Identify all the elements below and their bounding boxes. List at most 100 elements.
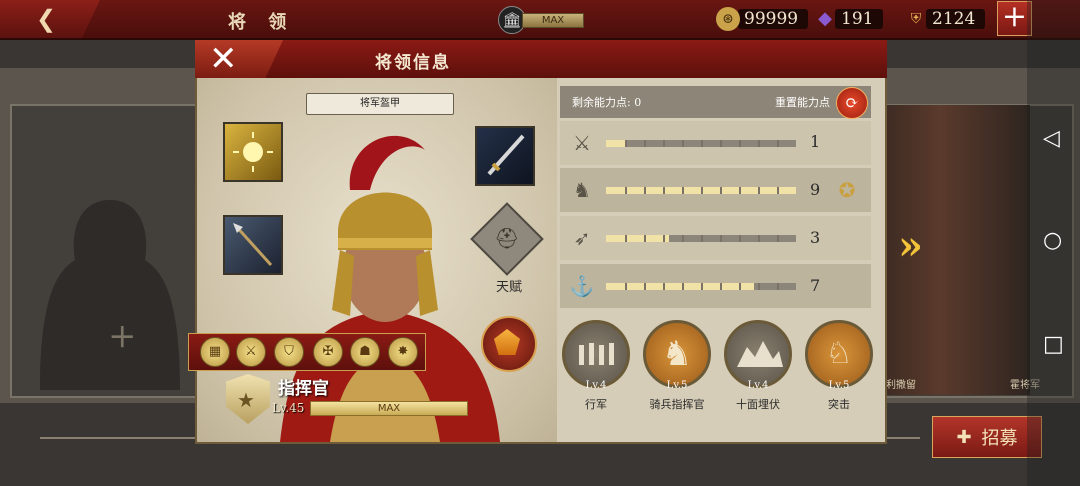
bar-segment-divider	[739, 187, 741, 194]
soldiers-icon	[579, 343, 614, 365]
reset-points-button[interactable]: ⟳	[836, 87, 868, 119]
sword-icon: ⚔	[573, 131, 591, 155]
bar-segment-divider	[663, 187, 665, 194]
skill-march-button[interactable]	[562, 320, 630, 388]
bar-segment-divider	[682, 140, 684, 147]
recruit-label: 招募	[981, 428, 1018, 449]
bar-segment-divider	[663, 283, 665, 290]
bar-segment-divider	[758, 283, 760, 290]
horse-head-icon: ♞	[661, 334, 693, 374]
bar-segment-divider	[777, 235, 779, 242]
stat-value-archer: 3	[810, 228, 821, 247]
bar-segment-divider	[644, 187, 646, 194]
recruit-button[interactable]: ✚ 招募	[932, 416, 1042, 458]
stat-bar-navy	[606, 283, 796, 290]
nav-recents-icon[interactable]: □	[1043, 332, 1064, 357]
bar-segment-divider	[758, 140, 760, 147]
stat-bar-infantry	[606, 140, 796, 147]
bar-segment-divider	[682, 283, 684, 290]
badge-4-icon[interactable]: ✠	[313, 337, 343, 367]
cavalry-medal-icon: ✪	[838, 178, 856, 202]
skill-level: Lv.4	[585, 380, 607, 391]
skill-level: Lv.5	[666, 380, 688, 391]
coins-value: 99999	[738, 9, 809, 29]
rider-icon: ♘	[825, 336, 853, 371]
next-general-arrow-icon[interactable]: »	[898, 222, 923, 269]
recruit-plus-icon: ✚	[956, 426, 972, 448]
bar-segment-divider	[739, 235, 741, 242]
bar-segment-divider	[758, 187, 760, 194]
skill-name: 骑兵指挥官	[649, 398, 705, 411]
ambush-icon	[737, 341, 783, 367]
armor-label[interactable]: 将军盔甲	[306, 93, 454, 115]
badge-3-icon[interactable]: ⛉	[274, 337, 304, 367]
stat-value-infantry: 1	[810, 132, 821, 151]
page-title: 将 领	[228, 12, 295, 33]
bar-segment-divider	[701, 283, 703, 290]
nav-back-icon[interactable]: ◁	[1043, 126, 1060, 151]
crystal-icon: ◆	[818, 8, 832, 29]
gems-value: 191	[835, 9, 884, 29]
helmet-icon: ⛨	[910, 11, 922, 27]
bar-segment-divider	[625, 187, 627, 194]
badge-5-icon[interactable]: ☗	[350, 337, 380, 367]
bar-segment-divider	[644, 235, 646, 242]
bar-segment-divider	[644, 283, 646, 290]
rank-name: 指挥官	[278, 379, 329, 399]
skill-ambush-button[interactable]	[724, 320, 792, 388]
star-icon: ★	[237, 388, 255, 412]
nav-home-icon[interactable]: ○	[1043, 228, 1062, 253]
bar-segment-divider	[663, 140, 665, 147]
dialog-header	[195, 40, 887, 78]
stat-value-navy: 7	[810, 276, 821, 295]
treasury-bar: MAX	[522, 13, 584, 28]
skill-name: 十面埋伏	[736, 398, 780, 411]
stat-value-cavalry: 9	[810, 180, 821, 199]
badge-2-icon[interactable]: ⚔	[236, 337, 266, 367]
anchor-icon: ⚓	[569, 274, 595, 298]
bar-segment-divider	[739, 140, 741, 147]
coin-icon: ⊛	[716, 7, 740, 31]
bar-segment-divider	[701, 140, 703, 147]
skill-level: Lv.4	[747, 380, 769, 391]
bar-segment-divider	[701, 187, 703, 194]
bar-segment-divider	[625, 283, 627, 290]
badge-6-icon[interactable]: ✸	[388, 337, 418, 367]
bar-segment-divider	[682, 187, 684, 194]
bar-segment-divider	[720, 187, 722, 194]
bar-segment-divider	[777, 283, 779, 290]
skill-cavalry-commander-button[interactable]: ♞	[643, 320, 711, 388]
locked-general-silhouette[interactable]	[30, 190, 190, 390]
rank-progress-bar: MAX	[310, 401, 468, 416]
bow-icon: ➶	[573, 226, 591, 250]
bar-segment-divider	[720, 140, 722, 147]
badge-1-icon[interactable]: ▦	[200, 337, 230, 367]
reset-points-label: 重置能力点	[775, 96, 830, 109]
rank-level: Lv.45	[272, 401, 305, 415]
bar-segment-divider	[644, 140, 646, 147]
dialog-title: 将领信息	[375, 53, 451, 73]
stat-bar-cavalry	[606, 187, 796, 194]
add-general-icon[interactable]: +	[108, 316, 137, 356]
skill-name: 突击	[828, 398, 850, 411]
treasury-indicator[interactable]: 🏛 MAX	[498, 6, 588, 34]
coins-counter[interactable]: ⊛ 99999	[716, 6, 809, 32]
skill-name: 行军	[585, 398, 607, 411]
bar-segment-divider	[663, 235, 665, 242]
bar-segment-divider	[739, 283, 741, 290]
bar-segment-divider	[682, 235, 684, 242]
bar-segment-divider	[758, 235, 760, 242]
population-counter[interactable]: ⛨ 2124	[904, 6, 986, 32]
bar-segment-divider	[777, 140, 779, 147]
gems-counter[interactable]: ◆ 191	[813, 6, 884, 32]
horse-icon: ♞	[573, 178, 591, 202]
nameplate-left: 利撒留	[886, 380, 916, 391]
chevron-left-icon: ❮	[36, 5, 57, 33]
remaining-points-label: 剩余能力点: 0	[572, 96, 642, 109]
stat-bar-archer	[606, 235, 796, 242]
population-value: 2124	[926, 9, 986, 29]
skill-charge-button[interactable]: ♘	[805, 320, 873, 388]
bar-segment-divider	[777, 187, 779, 194]
bar-segment-divider	[720, 283, 722, 290]
bar-segment-divider	[625, 235, 627, 242]
